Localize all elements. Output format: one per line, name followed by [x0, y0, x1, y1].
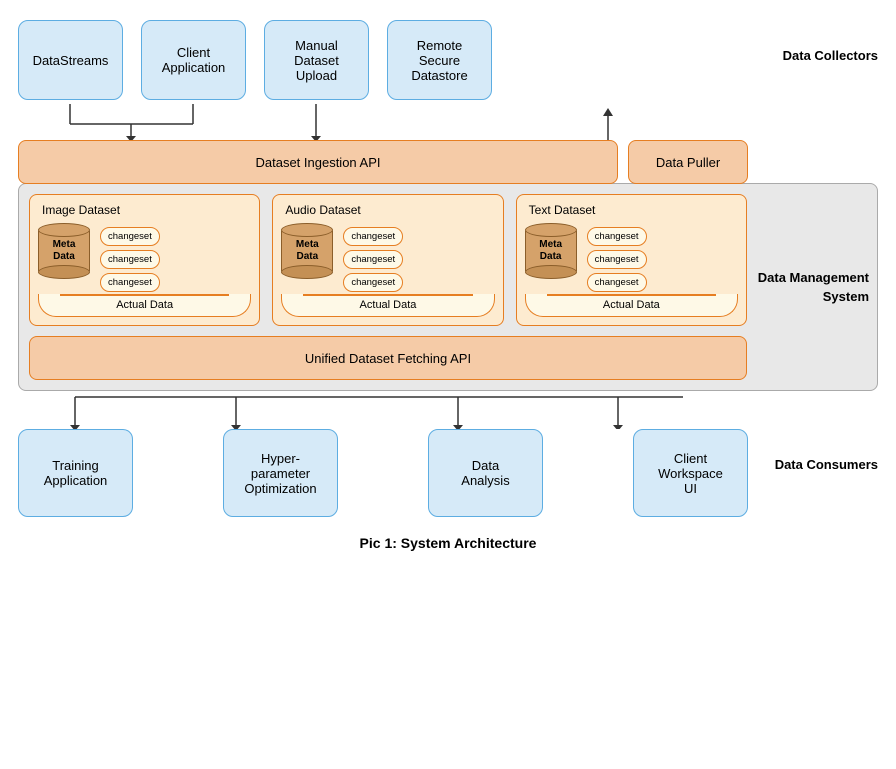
ingestion-api-bar: Dataset Ingestion API — [18, 140, 618, 184]
audio-dataset-title: Audio Dataset — [281, 203, 494, 217]
client-workspace-label: ClientWorkspaceUI — [658, 451, 723, 496]
cyl-top — [38, 223, 90, 237]
changeset-pill: changeset — [100, 250, 160, 269]
changeset-pill: changeset — [587, 227, 647, 246]
changeset-pill: changeset — [100, 227, 160, 246]
text-dataset-content: MetaData changeset changeset changeset — [525, 223, 738, 292]
collectors-row: Data Streams ClientApplication ManualDat… — [18, 20, 492, 100]
remote-secure-box: RemoteSecureDatastore — [387, 20, 492, 100]
text-actual-data: Actual Data — [525, 294, 738, 317]
data-streams-box: Data Streams — [18, 20, 123, 100]
audio-dataset-content: MetaData changeset changeset changeset — [281, 223, 494, 292]
cyl-top — [525, 223, 577, 237]
image-changesets: changeset changeset changeset — [100, 227, 160, 292]
manual-dataset-box: ManualDatasetUpload — [264, 20, 369, 100]
audio-dataset-box: Audio Dataset MetaData changeset changes… — [272, 194, 503, 326]
api-bars-row: Dataset Ingestion API Data Puller — [18, 140, 878, 184]
training-application-label: TrainingApplication — [44, 458, 108, 488]
audio-actual-data: Actual Data — [281, 294, 494, 317]
client-application-label: ClientApplication — [162, 45, 226, 75]
image-dataset-box: Image Dataset MetaData changeset changes… — [29, 194, 260, 326]
image-actual-data: Actual Data — [38, 294, 251, 317]
remote-secure-label: RemoteSecureDatastore — [411, 38, 467, 83]
datasets-row: Image Dataset MetaData changeset changes… — [29, 194, 747, 326]
unified-to-consumers-arrows — [18, 391, 878, 429]
cyl-bottom — [281, 265, 333, 279]
consumers-row: TrainingApplication Hyper-parameterOptim… — [18, 429, 878, 517]
data-streams-label2: Streams — [60, 53, 108, 68]
text-dataset-box: Text Dataset MetaData changeset changese… — [516, 194, 747, 326]
collector-arrows — [18, 104, 748, 140]
cyl-bottom — [38, 265, 90, 279]
ingestion-api-label: Dataset Ingestion API — [255, 155, 380, 170]
hyperparameter-box: Hyper-parameterOptimization — [223, 429, 338, 517]
text-cylinder: MetaData — [525, 223, 577, 279]
image-dataset-content: MetaData changeset changeset changeset — [38, 223, 251, 292]
changeset-pill: changeset — [343, 250, 403, 269]
data-puller-label: Data Puller — [656, 155, 720, 170]
data-analysis-label: DataAnalysis — [461, 458, 509, 488]
data-analysis-box: DataAnalysis — [428, 429, 543, 517]
changeset-pill: changeset — [587, 250, 647, 269]
image-dataset-title: Image Dataset — [38, 203, 251, 217]
audio-meta-label: MetaData — [296, 239, 319, 263]
cyl-bottom — [525, 265, 577, 279]
image-cylinder: MetaData — [38, 223, 90, 279]
audio-cylinder: MetaData — [281, 223, 333, 279]
diagram-container: Data Streams ClientApplication ManualDat… — [18, 20, 878, 551]
collectors-section-label: Data Collectors — [783, 48, 878, 63]
dms-section-label: Data ManagementSystem — [758, 268, 869, 307]
unified-api-label: Unified Dataset Fetching API — [305, 351, 471, 366]
data-puller-bar: Data Puller — [628, 140, 748, 184]
text-changesets: changeset changeset changeset — [587, 227, 647, 292]
diagram-caption: Pic 1: System Architecture — [18, 535, 878, 551]
consumer-arrows-svg — [18, 391, 748, 429]
changeset-pill: changeset — [100, 273, 160, 292]
cyl-top — [281, 223, 333, 237]
consumer-boxes: TrainingApplication Hyper-parameterOptim… — [18, 429, 748, 517]
unified-api-bar: Unified Dataset Fetching API — [29, 336, 747, 380]
changeset-pill: changeset — [343, 227, 403, 246]
consumers-section-label: Data Consumers — [775, 457, 878, 472]
client-workspace-box: ClientWorkspaceUI — [633, 429, 748, 517]
audio-changesets: changeset changeset changeset — [343, 227, 403, 292]
changeset-pill: changeset — [343, 273, 403, 292]
data-streams-label: Data — [33, 53, 60, 68]
hyperparameter-label: Hyper-parameterOptimization — [244, 451, 316, 496]
text-dataset-title: Text Dataset — [525, 203, 738, 217]
changeset-pill: changeset — [587, 273, 647, 292]
client-application-box: ClientApplication — [141, 20, 246, 100]
text-meta-label: MetaData — [539, 239, 562, 263]
training-application-box: TrainingApplication — [18, 429, 133, 517]
dms-label-container: Data ManagementSystem — [747, 268, 877, 307]
dms-outer-box: Image Dataset MetaData changeset changes… — [18, 183, 878, 391]
image-meta-label: MetaData — [53, 239, 76, 263]
manual-dataset-label: ManualDatasetUpload — [294, 38, 339, 83]
dms-content: Image Dataset MetaData changeset changes… — [29, 194, 747, 380]
